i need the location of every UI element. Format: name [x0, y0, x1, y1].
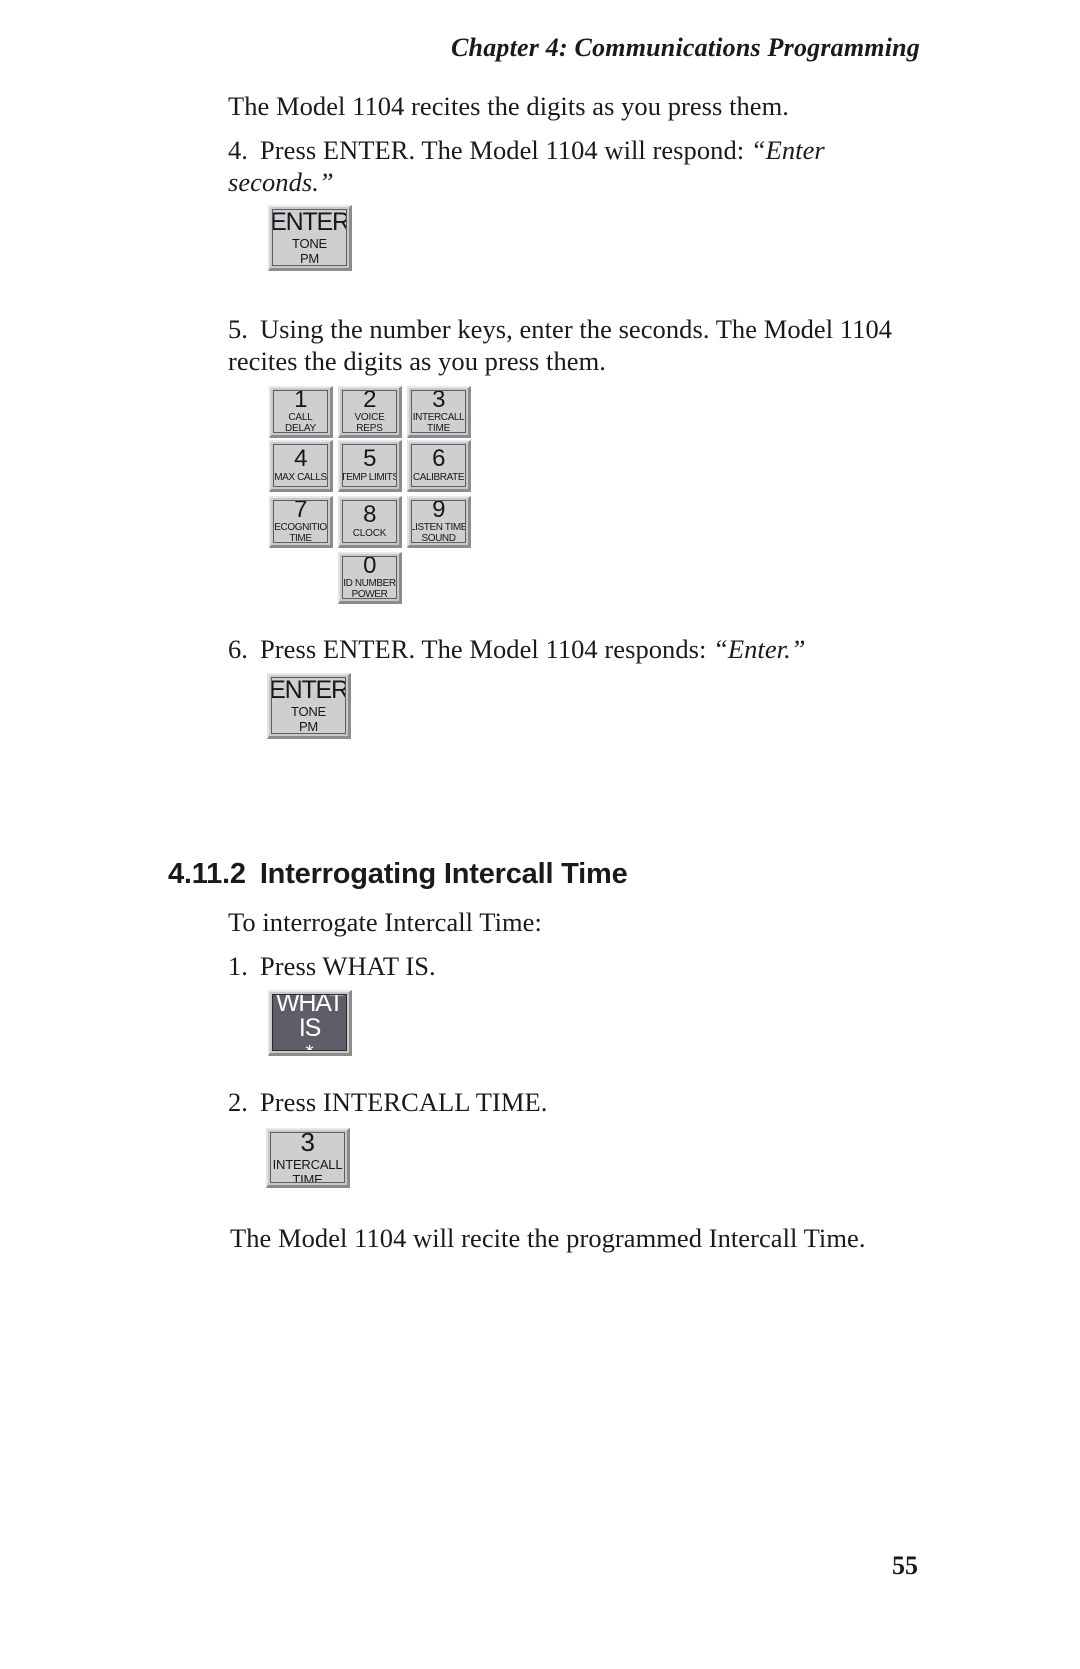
- keypad-key-5-digit: 5: [363, 445, 376, 473]
- section-title: Interrogating Intercall Time: [259, 858, 628, 890]
- keypad-key-9-sub1: LISTEN TIME: [411, 522, 466, 534]
- step-5-paragraph: 5. Using the number keys, enter the secon…: [228, 313, 928, 377]
- step-6-number: 6.: [228, 634, 248, 664]
- step-5-text: Using the number keys, enter the seconds…: [228, 314, 893, 376]
- key-enter-step6-sublabel-tone: TONE: [290, 704, 327, 719]
- key-enter-step6-label: ENTER: [271, 677, 346, 704]
- key-what-is-sublabel-is: IS: [298, 1014, 321, 1043]
- keypad-key-2-sub1: VOICE: [354, 412, 385, 424]
- key-intercall-time-digit: 3: [300, 1132, 315, 1157]
- key-what-is[interactable]: WHAT IS ∗: [268, 990, 352, 1056]
- key-enter-step6-face: ENTER TONE PM: [271, 677, 346, 734]
- keypad-key-6[interactable]: 6 CALIBRATE: [407, 440, 471, 492]
- key-intercall-time[interactable]: 3 INTERCALL TIME: [266, 1128, 350, 1188]
- keypad-key-5-face: 5 TEMP LIMITS: [342, 444, 397, 487]
- keypad-key-4-sub1: MAX CALLS: [274, 471, 327, 483]
- keypad-key-9-face: 9 LISTEN TIME SOUND: [411, 500, 466, 543]
- key-what-is-face: WHAT IS ∗: [272, 994, 347, 1051]
- key-enter-sublabel-tone: TONE: [291, 236, 328, 251]
- interrogate-step-2-paragraph: 2. Press INTERCALL TIME.: [228, 1086, 928, 1118]
- keypad-key-2[interactable]: 2 VOICE REPS: [338, 386, 402, 438]
- step-5-number: 5.: [228, 314, 248, 344]
- key-what-is-label: WHAT: [276, 994, 344, 1017]
- interrogate-intro-paragraph: To interrogate Intercall Time:: [228, 907, 542, 937]
- interrogate-step-1-number: 1.: [228, 951, 248, 981]
- step-4-number: 4.: [228, 135, 248, 165]
- keypad-key-1-face: 1 CALL DELAY: [273, 390, 328, 433]
- keypad-key-3-digit: 3: [432, 390, 445, 413]
- keypad-key-3-face: 3 INTERCALL TIME: [411, 390, 466, 433]
- keypad-key-1-digit: 1: [294, 390, 307, 413]
- keypad-key-7-face: 7 RECOGNITION TIME: [273, 500, 328, 543]
- keypad-key-2-face: 2 VOICE REPS: [342, 390, 397, 433]
- key-enter-step6-sublabel-pm: PM: [298, 719, 319, 734]
- key-enter-step6[interactable]: ENTER TONE PM: [267, 673, 351, 739]
- keypad-key-8[interactable]: 8 CLOCK: [338, 496, 402, 548]
- key-enter-label: ENTER: [272, 209, 347, 236]
- keypad-key-3-sub1: INTERCALL: [412, 412, 465, 424]
- key-intercall-time-sub1: INTERCALL: [272, 1156, 343, 1172]
- running-head: Chapter 4: Communications Programming: [451, 33, 920, 62]
- key-enter-sublabel-pm: PM: [299, 251, 320, 266]
- keypad-key-8-face: 8 CLOCK: [342, 500, 397, 543]
- keypad-key-0-sub2: POWER: [351, 589, 388, 599]
- intro-paragraph: The Model 1104 recites the digits as you…: [228, 91, 789, 121]
- keypad-key-6-face: 6 CALIBRATE: [411, 444, 466, 487]
- page-number: 55: [892, 1551, 918, 1580]
- keypad-key-7-sub2: TIME: [289, 533, 312, 543]
- key-intercall-time-face: 3 INTERCALL TIME: [270, 1132, 345, 1183]
- keypad-key-4-digit: 4: [294, 445, 307, 473]
- keypad-key-0[interactable]: 0 ID NUMBER POWER: [338, 552, 402, 604]
- interrogate-step-2-number: 2.: [228, 1087, 248, 1117]
- keypad-key-5-sub1: TEMP LIMITS: [342, 471, 397, 483]
- keypad-key-9-digit: 9: [432, 500, 445, 523]
- keypad-key-8-sub1: CLOCK: [352, 527, 387, 539]
- keypad-key-1-sub2: DELAY: [284, 423, 317, 433]
- key-intercall-time-sub2: TIME: [292, 1171, 323, 1183]
- keypad-key-8-digit: 8: [363, 501, 376, 529]
- section-number: 4.11.2: [168, 858, 246, 890]
- key-enter-face: ENTER TONE PM: [272, 209, 347, 266]
- key-what-is-star: ∗: [304, 1040, 315, 1051]
- keypad-key-9-sub2: SOUND: [421, 533, 456, 543]
- keypad-key-0-digit: 0: [363, 556, 376, 579]
- keypad-key-5[interactable]: 5 TEMP LIMITS: [338, 440, 402, 492]
- keypad-key-3[interactable]: 3 INTERCALL TIME: [407, 386, 471, 438]
- keypad-key-2-digit: 2: [363, 390, 376, 413]
- keypad-key-0-sub1: ID NUMBER: [343, 578, 396, 590]
- step-4-paragraph: 4. Press ENTER. The Model 1104 will respo…: [228, 134, 928, 198]
- step-6-text: Press ENTER. The Model 1104 responds:: [260, 634, 714, 664]
- interrogate-step-1-paragraph: 1. Press WHAT IS.: [228, 950, 928, 982]
- interrogate-step-1-text: Press WHAT IS.: [260, 951, 436, 981]
- keypad-key-7-sub1: RECOGNITION: [274, 522, 327, 534]
- keypad-key-3-sub2: TIME: [426, 423, 451, 433]
- keypad-key-1-sub1: CALL: [288, 412, 313, 424]
- keypad-key-2-sub2: REPS: [356, 423, 383, 433]
- keypad-key-7[interactable]: 7 RECOGNITION TIME: [269, 496, 333, 548]
- keypad-key-7-digit: 7: [294, 500, 307, 523]
- key-enter-step4[interactable]: ENTER TONE PM: [268, 205, 352, 271]
- step-4-text: Press ENTER. The Model 1104 will respond…: [260, 135, 751, 165]
- keypad-key-9[interactable]: 9 LISTEN TIME SOUND: [407, 496, 471, 548]
- interrogate-step-2-text: Press INTERCALL TIME.: [260, 1087, 548, 1117]
- keypad-key-0-face: 0 ID NUMBER POWER: [342, 556, 397, 599]
- document-page: Chapter 4: Communications Programming Th…: [0, 0, 1080, 1669]
- section-heading-4-11-2: 4.11.2 Interrogating Intercall Time: [168, 858, 628, 891]
- step-6-paragraph: 6. Press ENTER. The Model 1104 responds: …: [228, 633, 928, 665]
- step-6-quote: “Enter.”: [713, 634, 806, 664]
- keypad-key-1[interactable]: 1 CALL DELAY: [269, 386, 333, 438]
- keypad-key-6-digit: 6: [432, 445, 445, 473]
- keypad-key-4[interactable]: 4 MAX CALLS: [269, 440, 333, 492]
- keypad-key-4-face: 4 MAX CALLS: [273, 444, 328, 487]
- closing-paragraph: The Model 1104 will recite the programme…: [230, 1223, 866, 1253]
- keypad-key-6-sub1: CALIBRATE: [412, 471, 465, 483]
